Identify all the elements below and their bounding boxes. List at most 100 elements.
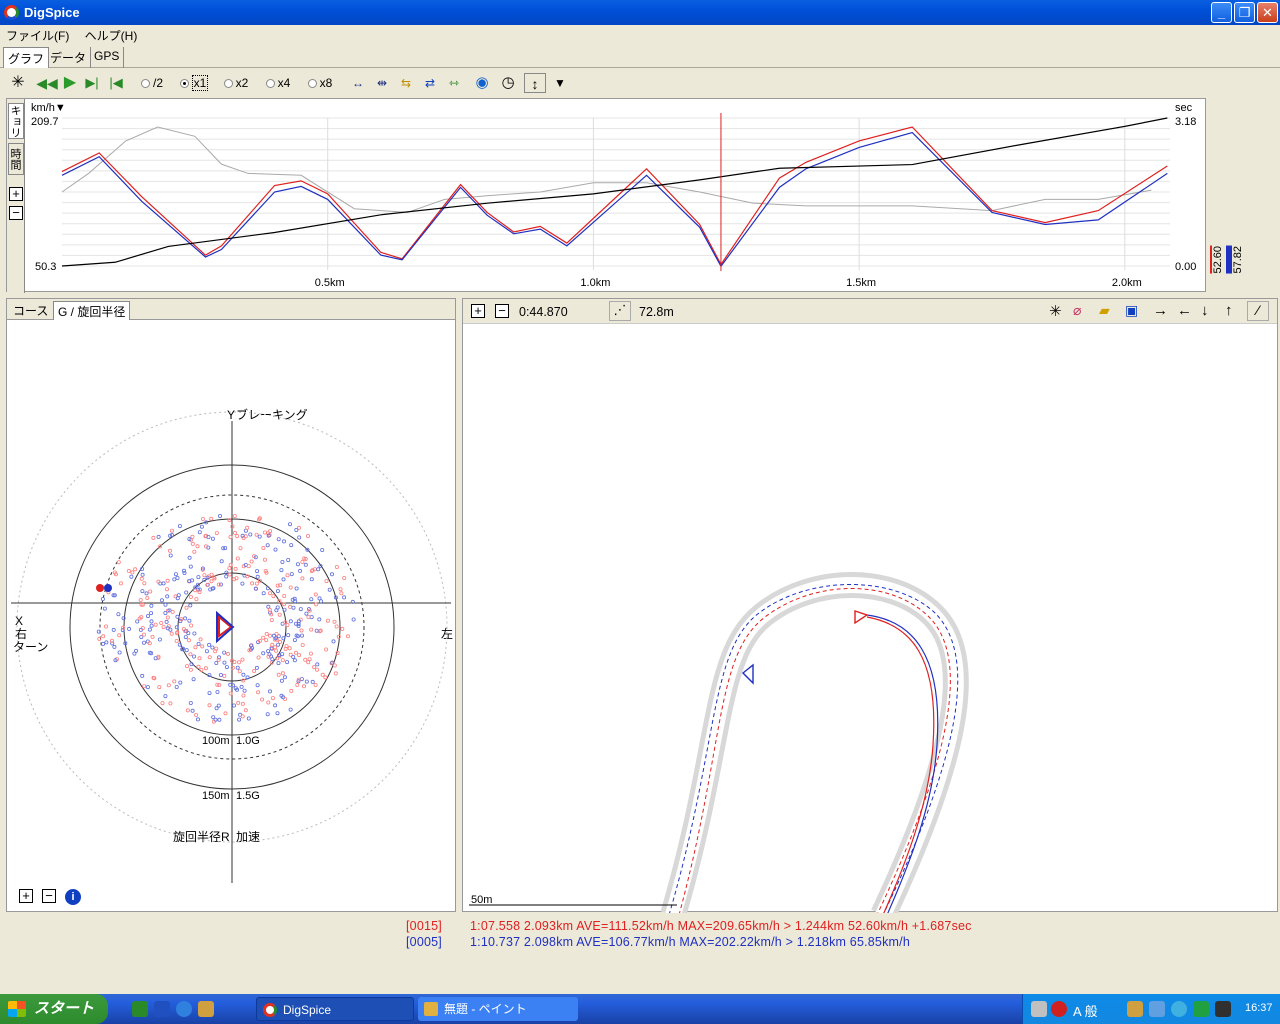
play-icon[interactable]: ▶ bbox=[60, 73, 80, 93]
zoom-out-icon[interactable]: − bbox=[42, 889, 56, 903]
sync-icon[interactable]: ⇿ bbox=[444, 73, 464, 93]
tray-app-icon[interactable] bbox=[1149, 1001, 1165, 1017]
globe-icon[interactable]: ◉ bbox=[472, 73, 492, 93]
g-point bbox=[174, 638, 179, 643]
graph-panel: キョリ 時間 + − km/h▼ 209.7 50.3 sec 3.18 0.0… bbox=[6, 98, 1207, 293]
g-point bbox=[240, 581, 245, 586]
g-point bbox=[190, 708, 195, 713]
g-point bbox=[303, 657, 308, 662]
task-paint[interactable]: 無題 - ペイント bbox=[418, 997, 578, 1021]
step-forward-icon[interactable]: ▶| bbox=[82, 73, 102, 93]
tab-g-radius[interactable]: G / 旋回半径 bbox=[53, 301, 131, 320]
g-point bbox=[237, 717, 242, 722]
arrow-down-icon[interactable]: ↓ bbox=[1201, 302, 1209, 319]
shrink-h-icon[interactable]: ⇹ bbox=[372, 73, 392, 93]
tab-gps[interactable]: GPS bbox=[90, 47, 125, 68]
rewind-icon[interactable]: ◀◀ bbox=[36, 73, 58, 93]
vertical-marker-icon[interactable]: ↕ bbox=[524, 73, 546, 93]
step-back-icon[interactable]: |◀ bbox=[106, 73, 126, 93]
speed-x8[interactable]: x8 bbox=[302, 73, 338, 93]
save-icon[interactable]: ▣ bbox=[1125, 302, 1138, 319]
g-point bbox=[160, 701, 165, 706]
g-point bbox=[309, 577, 314, 582]
g-point bbox=[207, 655, 212, 660]
ie-icon[interactable] bbox=[176, 1001, 192, 1017]
g-point bbox=[320, 672, 325, 677]
open-icon[interactable]: ⇆ bbox=[396, 73, 416, 93]
g-circle-plot[interactable]: Y ブレーキング X 右 ターン 左 100m 1.0G 150m 1.5G 旋… bbox=[7, 321, 455, 891]
maximize-button[interactable]: ❐ bbox=[1234, 2, 1255, 23]
g-point bbox=[279, 678, 284, 683]
zoom-out-icon[interactable]: − bbox=[495, 304, 509, 318]
g-point bbox=[288, 707, 293, 712]
g-point bbox=[276, 661, 281, 666]
speed-x2[interactable]: x2 bbox=[218, 73, 254, 93]
course-map[interactable]: 50m bbox=[463, 325, 1277, 913]
arrow-right-icon[interactable]: → bbox=[1153, 302, 1168, 319]
ime-indicator[interactable]: A 般 bbox=[1073, 1001, 1098, 1020]
g-point bbox=[281, 577, 286, 582]
word-icon[interactable] bbox=[154, 1001, 170, 1017]
tab-graph[interactable]: グラフ bbox=[3, 47, 50, 68]
g-point bbox=[173, 572, 178, 577]
speed-graph[interactable]: 0.5km 1.0km 1.5km 2.0km bbox=[7, 99, 1207, 293]
folder-icon[interactable]: ▰ bbox=[1099, 302, 1110, 319]
speed-x4[interactable]: x4 bbox=[260, 73, 296, 93]
g-point bbox=[149, 603, 154, 608]
volume-icon[interactable] bbox=[1215, 1001, 1231, 1017]
security-icon[interactable] bbox=[1051, 1001, 1067, 1017]
save-icon[interactable]: ⇄ bbox=[420, 73, 440, 93]
close-button[interactable]: ✕ bbox=[1257, 2, 1278, 23]
lap-id-1[interactable]: [0015] bbox=[406, 919, 442, 933]
g-point bbox=[289, 572, 294, 577]
clip-icon[interactable]: ⌀ bbox=[1073, 302, 1081, 319]
g-point bbox=[168, 627, 173, 632]
task-digspice[interactable]: DigSpice bbox=[256, 997, 414, 1021]
g-point bbox=[139, 634, 144, 639]
g-point bbox=[223, 711, 228, 716]
zoom-in-icon[interactable]: + bbox=[19, 889, 33, 903]
expand-h-icon[interactable]: ↔ bbox=[348, 73, 368, 93]
quicklaunch-icon[interactable] bbox=[198, 1001, 214, 1017]
speed-half[interactable]: /2 bbox=[134, 73, 170, 93]
lap-id-2[interactable]: [0005] bbox=[406, 935, 442, 949]
keyboard-icon[interactable] bbox=[1031, 1001, 1047, 1017]
excel-icon[interactable] bbox=[132, 1001, 148, 1017]
g-point bbox=[307, 657, 312, 662]
tab-course[interactable]: コース bbox=[9, 301, 52, 320]
g-point bbox=[157, 685, 162, 690]
info-icon[interactable]: i bbox=[65, 889, 81, 905]
arrow-up-icon[interactable]: ↑ bbox=[1225, 302, 1233, 319]
start-button[interactable]: スタート bbox=[0, 994, 108, 1024]
arrow-left-icon[interactable]: ← bbox=[1177, 302, 1192, 319]
map-time: 0:44.870 bbox=[519, 305, 568, 319]
zoom-in-icon[interactable]: + bbox=[471, 304, 485, 318]
reset-icon[interactable]: ✳ bbox=[8, 73, 28, 93]
update-icon[interactable] bbox=[1193, 1001, 1209, 1017]
g-point bbox=[222, 650, 227, 655]
tray-tool-icon[interactable] bbox=[1127, 1001, 1143, 1017]
speed-x1[interactable]: x1 bbox=[176, 73, 212, 93]
clock-icon[interactable]: ◷ bbox=[498, 73, 518, 93]
g-point bbox=[142, 684, 147, 689]
g-point bbox=[159, 620, 164, 625]
g-point bbox=[198, 637, 203, 642]
title-bar: DigSpice _ ❐ ✕ bbox=[0, 0, 1280, 25]
g-point bbox=[256, 690, 261, 695]
pencil-icon[interactable]: ⁄ bbox=[1247, 301, 1269, 321]
g-point bbox=[317, 617, 322, 622]
g-point bbox=[140, 673, 145, 678]
g-point bbox=[282, 675, 287, 680]
reset-icon[interactable]: ✳ bbox=[1049, 302, 1062, 320]
ruler-icon[interactable]: ⋰ bbox=[609, 301, 631, 321]
menu-help[interactable]: ヘルプ(H) bbox=[79, 25, 144, 46]
menu-file[interactable]: ファイル(F) bbox=[0, 25, 75, 46]
current-point-blue bbox=[104, 584, 112, 592]
minimize-button[interactable]: _ bbox=[1211, 2, 1232, 23]
tab-data[interactable]: データ bbox=[46, 47, 92, 68]
g-point bbox=[102, 606, 107, 611]
dropdown-icon[interactable]: ▼ bbox=[552, 73, 568, 93]
network-icon[interactable] bbox=[1171, 1001, 1187, 1017]
g-point bbox=[241, 693, 246, 698]
g-point bbox=[339, 591, 344, 596]
